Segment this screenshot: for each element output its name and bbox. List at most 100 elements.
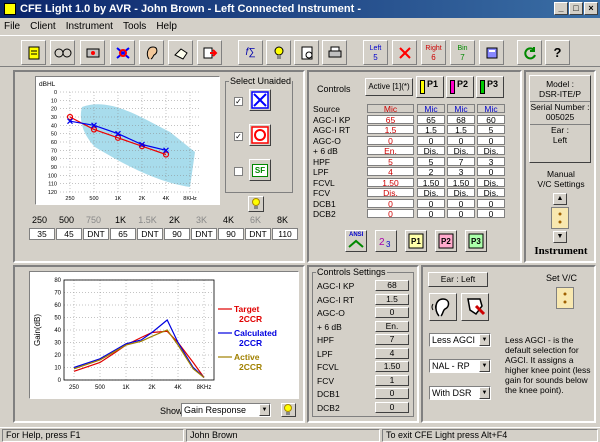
ear-mold-button[interactable] [461,293,489,321]
control-cell[interactable]: 0 [477,167,505,177]
control-cell[interactable]: 68 [447,114,475,124]
print-icon[interactable] [322,40,347,65]
control-cell[interactable]: 3 [477,156,505,166]
threshold-cell[interactable]: 65 [110,228,136,240]
threshold-cell[interactable]: DNT [191,228,217,240]
program-1-button[interactable]: P1 [416,76,444,98]
control-cell[interactable]: Dis. [477,146,505,156]
unaided-x-button[interactable] [249,89,271,111]
help-icon[interactable]: ? [545,40,570,65]
control-cell[interactable]: 65 [367,114,414,124]
threshold-cell[interactable]: DNT [245,228,271,240]
show-dropdown[interactable]: Gain Response ▼ [181,403,271,417]
control-cell[interactable]: 0 [367,198,414,208]
control-cell[interactable]: Dis. [417,146,445,156]
program-3-button[interactable]: P3 [476,76,504,98]
control-cell[interactable]: Mic [417,104,445,114]
menu-help[interactable]: Help [156,21,177,32]
control-cell[interactable]: 0 [447,135,475,145]
control-cell[interactable]: Dis. [447,188,475,198]
hearing-aid-icon[interactable] [80,40,105,65]
control-cell[interactable]: 1.50 [367,177,414,187]
bulb-small-icon[interactable] [248,196,264,212]
menu-client[interactable]: Client [30,21,56,32]
copy-to-p1-button[interactable]: P1 [405,230,427,252]
left-ear-button[interactable]: Left 5 [363,40,388,65]
control-cell[interactable]: En. [367,146,414,156]
control-cell[interactable]: 0 [477,135,505,145]
control-cell[interactable]: 0 [417,198,445,208]
threshold-cell[interactable]: 45 [56,228,82,240]
control-cell[interactable]: Dis. [417,188,445,198]
close-button[interactable]: × [584,2,598,15]
copy-to-p3-button[interactable]: P3 [465,230,487,252]
refresh-icon[interactable] [517,40,542,65]
vc-wheel[interactable] [551,207,569,229]
control-cell[interactable]: 1.5 [367,125,414,135]
hearing-aid-button[interactable] [429,293,457,321]
control-cell[interactable]: 0 [367,135,414,145]
control-cell[interactable]: 5 [367,156,414,166]
program-2-button[interactable]: P2 [446,76,474,98]
unaided-sf-button[interactable]: SF [249,159,271,181]
fitting-icon[interactable] [168,40,193,65]
control-cell[interactable]: 1.5 [417,125,445,135]
program-mix-icon[interactable]: 23 [375,230,397,252]
print-preview-icon[interactable] [294,40,319,65]
control-cell[interactable]: 4 [367,167,414,177]
control-cell[interactable]: 60 [477,114,505,124]
control-cell[interactable]: 7 [447,156,475,166]
bulb-icon[interactable] [266,40,291,65]
maximize-button[interactable]: □ [569,2,583,15]
bulb-gain-icon[interactable] [281,403,296,417]
control-cell[interactable]: Mic [367,104,414,114]
threshold-cell[interactable]: 90 [164,228,190,240]
audiogram-chart[interactable]: dBHL 0 10 20 30 40 50 60 70 80 90 100 110 120 250 500 1K… [35,76,220,205]
formula-dropdown[interactable]: NAL - RP ▼ [429,359,491,373]
menu-file[interactable]: File [4,21,20,32]
control-cell[interactable]: 0 [477,198,505,208]
control-cell[interactable]: 5 [417,156,445,166]
ear-icon[interactable] [139,40,164,65]
ansi-button[interactable]: ANSI [345,230,367,252]
checkbox-o[interactable]: ✓ [234,132,243,141]
formula-icon[interactable]: f∑ [238,40,263,65]
threshold-cell[interactable]: DNT [83,228,109,240]
control-cell[interactable]: Dis. [477,188,505,198]
vc-down-button[interactable]: ▼ [553,231,567,243]
control-cell[interactable]: Dis. [367,188,414,198]
control-cell[interactable]: Mic [447,104,475,114]
binaural-button[interactable]: Bin 7 [450,40,475,65]
minimize-button[interactable]: _ [554,2,568,15]
control-cell[interactable]: Mic [477,104,505,114]
control-cell[interactable]: Dis. [447,146,475,156]
disconnect-icon[interactable] [392,40,417,65]
right-ear-button[interactable]: Right 6 [421,40,446,65]
control-cell[interactable]: 0 [367,209,414,219]
checkbox-sf[interactable] [234,167,243,176]
control-cell[interactable]: 1.50 [417,177,445,187]
active-program-button[interactable]: Active [1](*) [365,78,413,96]
set-vc-wheel[interactable] [556,287,574,309]
agci-dropdown[interactable]: Less AGCI ▼ [429,333,491,347]
threshold-cell[interactable]: DNT [137,228,163,240]
checkbox-x[interactable]: ✓ [234,97,243,106]
gain-chart[interactable]: Gain(dB) 80 70 60 50 40 30 20 10 0 250 500 1K 2K 4K 8KH… [29,271,299,399]
control-cell[interactable]: 0 [447,198,475,208]
menu-instrument[interactable]: Instrument [66,21,113,32]
glasses-icon[interactable] [50,40,75,65]
client-icon[interactable] [21,40,46,65]
control-cell[interactable]: 0 [477,209,505,219]
settings-icon[interactable] [479,40,504,65]
control-cell[interactable]: 2 [417,167,445,177]
vc-up-button[interactable]: ▲ [553,193,567,205]
threshold-cell[interactable]: 90 [218,228,244,240]
control-cell[interactable]: 0 [447,209,475,219]
audiogram-icon[interactable] [110,40,135,65]
control-cell[interactable]: 0 [417,209,445,219]
control-cell[interactable]: 1.50 [447,177,475,187]
control-cell[interactable]: 65 [417,114,445,124]
control-cell[interactable]: 3 [447,167,475,177]
threshold-cell[interactable]: 35 [29,228,55,240]
copy-to-p2-button[interactable]: P2 [435,230,457,252]
